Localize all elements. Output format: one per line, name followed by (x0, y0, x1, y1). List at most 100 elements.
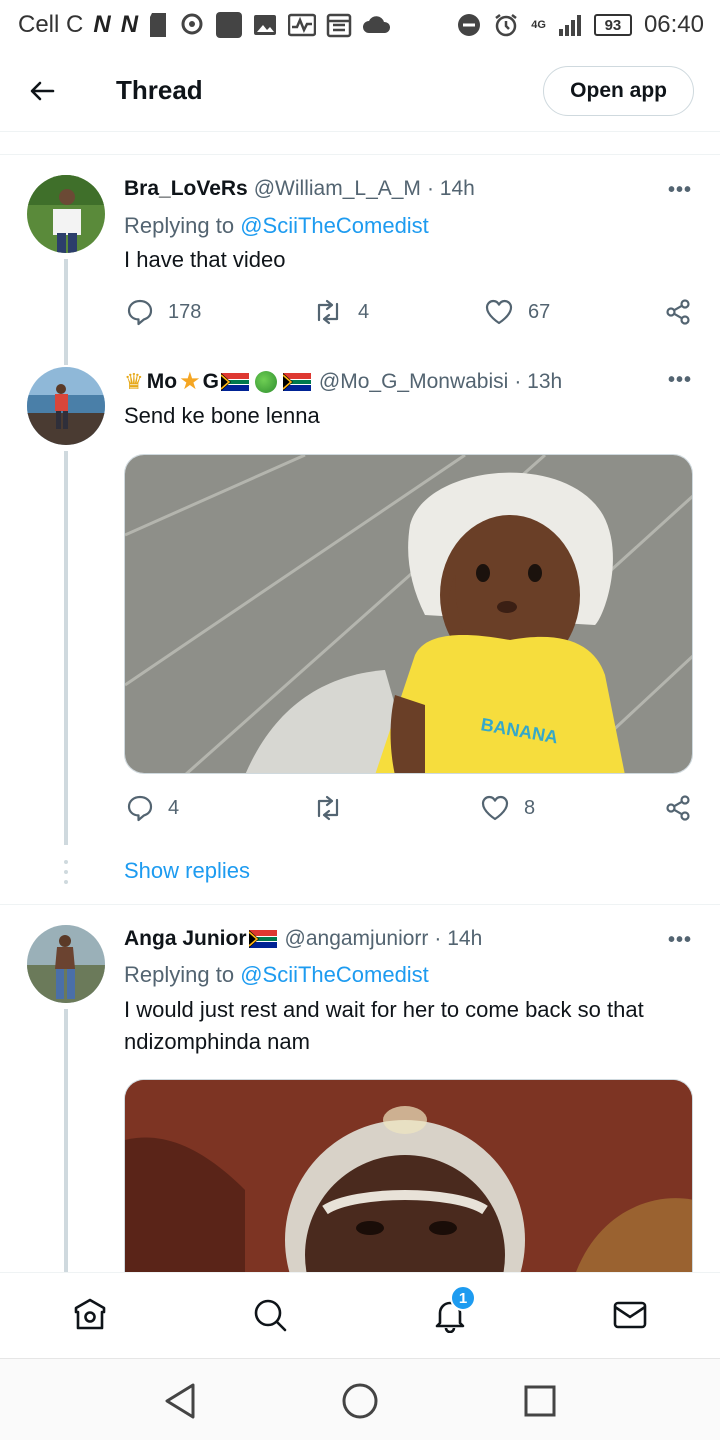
nav-notifications[interactable]: 1 (430, 1285, 476, 1335)
more-options-button[interactable]: ••• (668, 179, 692, 202)
system-home-button[interactable] (340, 1381, 380, 1421)
baby-photo: BANANA (125, 455, 692, 773)
sd-card-icon (150, 13, 167, 37)
nav-home[interactable] (70, 1295, 110, 1335)
display-name-part: G (202, 369, 219, 393)
hotspot-icon (181, 13, 203, 35)
tweet-text: I would just rest and wait for her to co… (124, 997, 644, 1054)
tweet-image[interactable]: BANANA (124, 454, 693, 774)
bottom-navigation: 1 (0, 1272, 720, 1358)
mention-link[interactable]: @SciiTheComedist (240, 213, 429, 238)
back-button[interactable] (0, 50, 84, 132)
tweet-text: I have that video (124, 247, 286, 272)
retweet-count: 4 (358, 300, 370, 323)
replying-to: Replying to @SciiTheComedist (124, 213, 429, 239)
tweet-time[interactable]: · 14h (427, 177, 475, 201)
like-button[interactable]: 8 (480, 793, 535, 823)
calendar-icon (326, 13, 352, 38)
alarm-icon (495, 14, 517, 37)
avatar[interactable] (27, 175, 105, 253)
reply-button[interactable]: 178 (126, 297, 201, 327)
more-options-button[interactable]: ••• (668, 929, 692, 952)
heart-icon (485, 299, 513, 325)
mention-link[interactable]: @SciiTheComedist (240, 962, 429, 987)
app-header: Thread Open app (0, 50, 720, 132)
status-bar: Cell C N N 4G 93 06:40 (0, 0, 720, 50)
replying-to-prefix: Replying to (124, 962, 241, 987)
avatar-image (27, 925, 105, 1003)
triangle-back-icon (165, 1383, 195, 1419)
nav-search[interactable] (250, 1295, 290, 1335)
tweet-header: Anga Junior @angamjuniorr · 14h (124, 927, 650, 951)
display-name-text: Anga Junior (124, 927, 247, 950)
share-icon (666, 299, 690, 325)
more-options-button[interactable]: ••• (668, 369, 692, 392)
avatar-image (27, 367, 105, 445)
reply-count: 4 (168, 796, 180, 819)
reply-count: 178 (168, 300, 202, 323)
display-name-part: Mo (146, 369, 178, 393)
nav-messages[interactable] (610, 1295, 650, 1335)
system-navigation-bar (0, 1358, 720, 1440)
star-emoji-icon: ★ (179, 368, 201, 395)
tweet-time[interactable]: · 14h (434, 927, 482, 951)
thread-line (64, 355, 68, 365)
home-icon (74, 1298, 106, 1330)
like-button[interactable]: 67 (484, 297, 550, 327)
avatar[interactable] (27, 925, 105, 1003)
share-button[interactable] (664, 793, 706, 823)
page-title: Thread (116, 75, 203, 105)
header-spacer (0, 133, 720, 155)
tweet[interactable]: ♛ Mo ★ G @Mo_G_Monwabisi · 13h ••• Send … (0, 355, 720, 903)
share-button[interactable] (664, 297, 706, 327)
tweet-time[interactable]: · 13h (514, 370, 562, 394)
tweet-header: ♛ Mo ★ G @Mo_G_Monwabisi · 13h (124, 367, 650, 396)
mail-icon (613, 1301, 647, 1329)
thread-line (64, 259, 68, 355)
avatar[interactable] (27, 367, 105, 445)
like-count: 67 (528, 300, 551, 323)
south-africa-flag-icon (248, 930, 277, 948)
retweet-button[interactable] (312, 793, 358, 823)
dnd-icon (458, 14, 481, 36)
south-africa-flag-icon (220, 372, 249, 391)
show-replies-link[interactable]: Show replies (124, 858, 250, 884)
reply-button[interactable]: 4 (126, 793, 179, 823)
tweet[interactable]: Anga Junior @angamjuniorr · 14h ••• Repl… (0, 905, 720, 1272)
tweet-header: Bra_LoVeRs @William_L_A_M · 14h (124, 177, 650, 201)
display-name[interactable]: Bra_LoVeRs (124, 177, 248, 201)
battery-icon: 93 (593, 14, 632, 36)
display-name[interactable]: Anga Junior (124, 927, 279, 951)
share-icon (666, 795, 690, 821)
heart-icon (481, 795, 509, 821)
avatar-image (27, 175, 105, 253)
tweet-image[interactable] (124, 1079, 693, 1272)
circle-home-icon (342, 1383, 378, 1419)
system-back-button[interactable] (160, 1381, 200, 1421)
replying-to-prefix: Replying to (124, 213, 241, 238)
retweet-icon (317, 795, 339, 821)
retweet-icon (317, 299, 339, 325)
open-app-button[interactable]: Open app (543, 65, 694, 116)
activity-icon (288, 13, 317, 37)
user-handle[interactable]: @angamjuniorr (285, 927, 429, 951)
display-name[interactable]: ♛ Mo ★ G (124, 367, 313, 396)
thread-dots (64, 860, 68, 890)
carrier-label: Cell C (18, 11, 84, 38)
search-icon (254, 1299, 287, 1332)
notification-icons: N N (93, 11, 392, 39)
reply-icon (127, 795, 153, 822)
network-type: 4G (531, 18, 546, 31)
square-recents-icon (524, 1385, 556, 1417)
user-handle[interactable]: @Mo_G_Monwabisi (319, 370, 508, 394)
signal-icon (558, 15, 581, 36)
retweet-button[interactable]: 4 (312, 297, 369, 327)
thread-line (64, 451, 68, 845)
south-africa-flag-icon (282, 372, 311, 391)
tweet-text: Send ke bone lenna (124, 403, 320, 428)
user-handle[interactable]: @William_L_A_M (254, 177, 421, 201)
globe-emoji-icon (254, 370, 277, 393)
tweet[interactable]: Bra_LoVeRs @William_L_A_M · 14h ••• Repl… (0, 155, 720, 355)
system-recents-button[interactable] (520, 1381, 560, 1421)
replying-to: Replying to @SciiTheComedist (124, 962, 429, 988)
